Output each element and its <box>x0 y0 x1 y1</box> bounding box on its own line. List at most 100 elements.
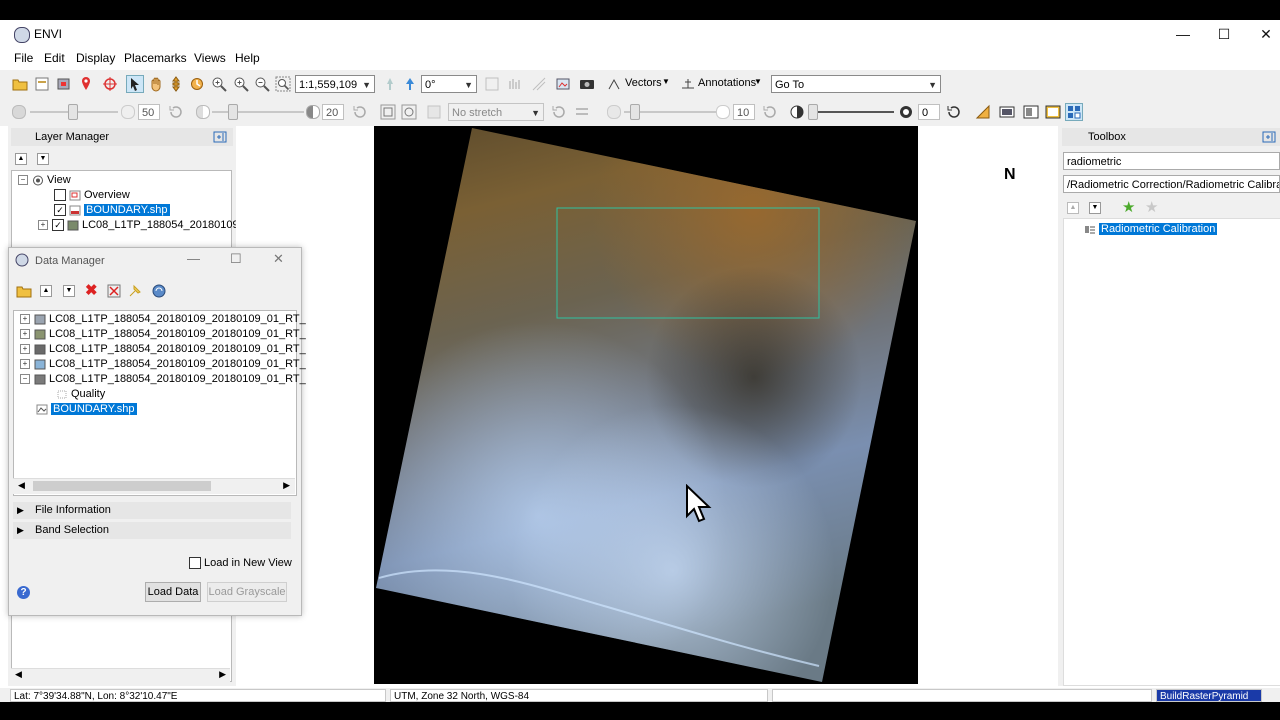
refresh-stretch-icon[interactable] <box>551 104 567 120</box>
select-arrow-icon[interactable] <box>126 75 144 93</box>
camera-icon[interactable] <box>579 76 595 92</box>
measure-icon[interactable] <box>975 104 991 120</box>
band-selection-section[interactable]: ▶ Band Selection <box>13 522 291 539</box>
chip-to-file-icon[interactable] <box>999 104 1015 120</box>
chevron-down-icon[interactable]: ▼ <box>37 153 49 165</box>
vectors-menu[interactable]: Vectors <box>625 77 662 89</box>
zoom-out-icon[interactable] <box>254 76 270 92</box>
scroll-left-icon[interactable]: ◀ <box>18 480 25 491</box>
reset-sharpen-icon[interactable] <box>762 104 778 120</box>
two-views-icon[interactable] <box>1045 104 1061 120</box>
visibility-checkbox[interactable]: ✓ <box>54 204 66 217</box>
four-views-icon[interactable] <box>1065 103 1083 121</box>
pan-hand-icon[interactable] <box>148 76 164 92</box>
close-all-icon[interactable] <box>106 283 122 299</box>
add-favorite-icon[interactable]: ★ <box>1122 198 1135 216</box>
minimize-button[interactable]: — <box>187 251 200 266</box>
menu-file[interactable]: File <box>14 51 33 65</box>
visibility-checkbox[interactable] <box>54 189 66 202</box>
help-icon[interactable]: ? <box>17 586 30 599</box>
rotation-combo[interactable]: 0° ▼ <box>421 75 477 93</box>
tree-row-overview[interactable]: Overview <box>54 188 130 203</box>
pin-panel-icon[interactable] <box>213 131 227 143</box>
zoom-in-icon[interactable] <box>211 76 227 92</box>
toolbox-search-input[interactable]: radiometric <box>1063 152 1280 170</box>
chevron-up-icon[interactable]: ▲ <box>15 153 27 165</box>
reset-contrast-icon[interactable] <box>352 104 368 120</box>
rotate-icon[interactable] <box>189 76 205 92</box>
expand-icon[interactable]: + <box>38 220 48 231</box>
scroll-right-icon[interactable]: ▶ <box>219 669 226 680</box>
file-row[interactable]: + LC08_L1TP_188054_20180109_20180109_01_R… <box>20 327 306 342</box>
tree-row-view[interactable]: − View <box>18 173 71 188</box>
open-folder-icon[interactable] <box>16 283 32 299</box>
sharpen-slider-thumb[interactable] <box>630 104 640 120</box>
menu-edit[interactable]: Edit <box>44 51 65 65</box>
file-row[interactable]: + LC08_L1TP_188054_20180109_20180109_01_R… <box>20 357 306 372</box>
open-folder-icon[interactable] <box>12 76 28 92</box>
blend-icon[interactable] <box>507 76 523 92</box>
band-row-quality[interactable]: Quality <box>56 387 105 402</box>
brightness-slider-thumb[interactable] <box>68 104 78 120</box>
brightness-value[interactable]: 50 <box>138 104 160 120</box>
histogram-icon[interactable] <box>426 104 442 120</box>
menu-display[interactable]: Display <box>76 51 115 65</box>
swipe-icon[interactable] <box>555 76 571 92</box>
reset-brightness-icon[interactable] <box>168 104 184 120</box>
visibility-checkbox[interactable]: ✓ <box>52 219 64 232</box>
maximize-button[interactable]: ☐ <box>1204 24 1244 44</box>
close-button[interactable]: ✕ <box>1246 24 1280 44</box>
chip-view-icon[interactable] <box>56 76 72 92</box>
file-row-boundary[interactable]: BOUNDARY.shp <box>36 402 137 417</box>
contrast-value[interactable]: 20 <box>322 104 344 120</box>
layer-tree-hscrollbar[interactable]: ◀ ▶ <box>11 668 230 683</box>
sharpen-mode-icon[interactable] <box>574 104 590 120</box>
close-file-icon[interactable]: ✖ <box>85 281 98 299</box>
sharpen-value[interactable]: 10 <box>733 104 755 120</box>
stretch-options-icon[interactable] <box>401 104 417 120</box>
menu-help[interactable]: Help <box>235 51 260 65</box>
stretch-type-icon[interactable] <box>380 104 396 120</box>
file-row[interactable]: + LC08_L1TP_188054_20180109_20180109_01_R… <box>20 342 306 357</box>
transparency-slider[interactable] <box>808 111 894 113</box>
maximize-button[interactable]: ☐ <box>230 251 242 267</box>
fly-icon[interactable] <box>168 76 184 92</box>
annotations-menu[interactable]: Annotations <box>698 77 756 89</box>
vectors-icon[interactable] <box>606 76 622 92</box>
collapse-icon[interactable]: − <box>18 175 28 186</box>
chevron-up-icon[interactable]: ▲ <box>40 285 52 297</box>
scroll-left-icon[interactable]: ◀ <box>15 669 22 680</box>
expand-icon[interactable]: + <box>20 344 30 355</box>
pin-panel-icon[interactable] <box>1262 131 1276 143</box>
chevron-up-icon[interactable]: ▲ <box>1067 202 1079 214</box>
remove-favorite-icon[interactable]: ★ <box>1145 198 1158 216</box>
file-information-section[interactable]: ▶ File Information <box>13 502 291 519</box>
expand-icon[interactable]: + <box>20 359 30 370</box>
toolbox-path-field[interactable]: /Radiometric Correction/Radiometric Cali… <box>1063 175 1280 193</box>
scroll-right-icon[interactable]: ▶ <box>283 480 290 491</box>
zoom-in-fixed-icon[interactable] <box>233 76 249 92</box>
file-row[interactable]: + LC08_L1TP_188054_20180109_20180109_01_R… <box>20 312 306 327</box>
sync-icon[interactable] <box>151 283 167 299</box>
expand-icon[interactable]: + <box>20 329 30 340</box>
close-button[interactable]: ✕ <box>273 251 284 267</box>
contrast-slider-thumb[interactable] <box>228 104 238 120</box>
crosshair-icon[interactable] <box>102 76 118 92</box>
minimize-button[interactable]: — <box>1163 24 1203 44</box>
pin-icon[interactable] <box>127 283 143 299</box>
portal-icon[interactable] <box>484 76 500 92</box>
transparency-slider-thumb[interactable] <box>808 104 818 120</box>
data-manager-icon[interactable] <box>34 76 50 92</box>
flicker-icon[interactable] <box>531 76 547 92</box>
menu-placemarks[interactable]: Placemarks <box>124 51 187 65</box>
load-data-button[interactable]: Load Data <box>145 582 201 602</box>
checkbox-box[interactable] <box>189 557 201 570</box>
layer-view-icon[interactable] <box>1023 104 1039 120</box>
contrast-slider[interactable] <box>212 111 304 113</box>
chevron-down-icon[interactable]: ▼ <box>63 285 75 297</box>
tree-row-boundary[interactable]: ✓ BOUNDARY.shp <box>54 203 170 218</box>
menu-views[interactable]: Views <box>194 51 226 65</box>
stretch-combo[interactable]: No stretch ▼ <box>448 103 544 121</box>
load-grayscale-button[interactable]: Load Grayscale <box>207 582 287 602</box>
tree-row-raster[interactable]: + ✓ LC08_L1TP_188054_20180109 <box>38 218 239 233</box>
